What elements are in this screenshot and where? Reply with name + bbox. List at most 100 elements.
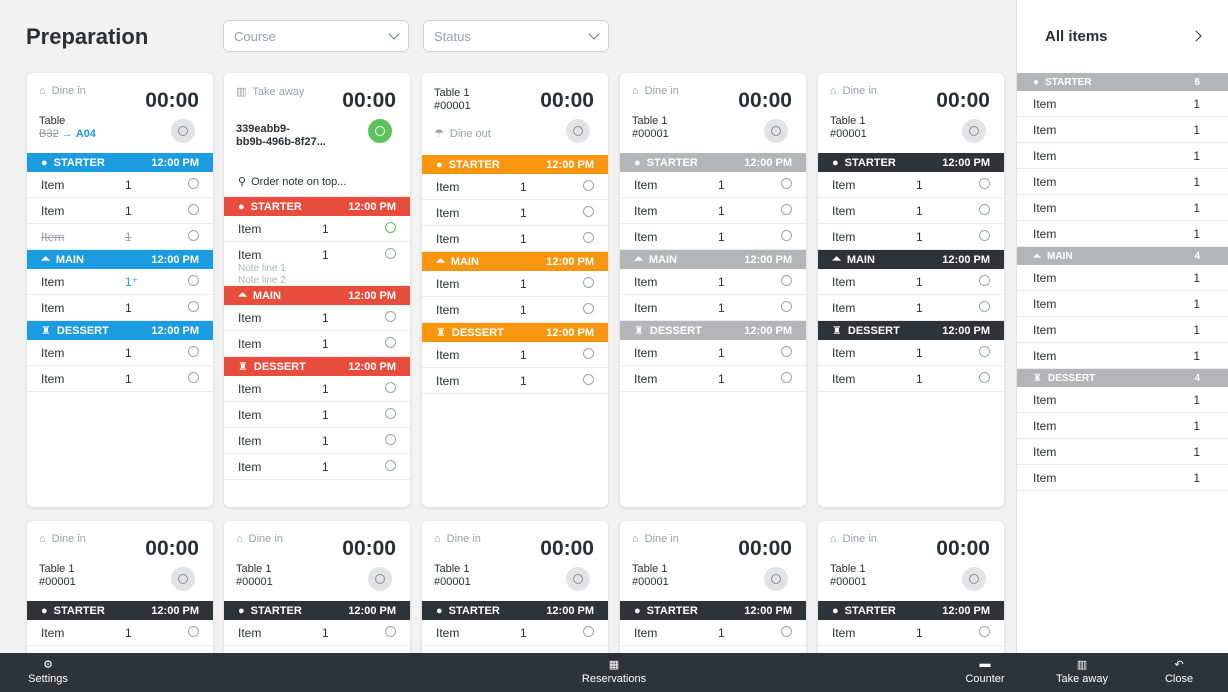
item-row[interactable]: Item 1 xyxy=(422,271,608,297)
item-row[interactable]: Item 1 xyxy=(422,174,608,200)
item-row[interactable]: Item 1 xyxy=(27,198,213,224)
sidebar-item-row[interactable]: Item 1 xyxy=(1017,143,1228,169)
item-row[interactable]: Item 1 xyxy=(620,620,806,646)
clock-button[interactable] xyxy=(566,119,590,143)
order-card[interactable]: ⌂ Dine in 00:00 Table B32 → A04 ● STARTER 12:00… xyxy=(27,73,213,507)
sidebar-item-row[interactable]: Item 1 xyxy=(1017,291,1228,317)
clock-icon[interactable] xyxy=(979,346,990,357)
clock-icon[interactable] xyxy=(385,434,396,445)
clock-button[interactable] xyxy=(962,567,986,591)
order-card[interactable]: ⌂ Dine in 00:00 Table 1 #00001 ● STARTER 12:00 … xyxy=(818,521,1004,653)
clock-icon[interactable] xyxy=(979,204,990,215)
clock-icon[interactable] xyxy=(781,626,792,637)
item-row[interactable]: Item 1 xyxy=(224,428,410,454)
sidebar-item-row[interactable]: Item 1 xyxy=(1017,169,1228,195)
item-row[interactable]: Item 1 xyxy=(27,366,213,392)
item-row[interactable]: Item 1 xyxy=(818,340,1004,366)
clock-icon[interactable] xyxy=(583,232,594,243)
item-row[interactable]: Item 1 xyxy=(27,620,213,646)
clock-button[interactable] xyxy=(962,119,986,143)
clock-icon[interactable] xyxy=(385,311,396,322)
clock-icon[interactable] xyxy=(188,301,199,312)
item-row[interactable]: Item 1 xyxy=(224,331,410,357)
clock-icon[interactable] xyxy=(188,372,199,383)
sidebar-item-row[interactable]: Item 1 xyxy=(1017,117,1228,143)
item-row[interactable]: Item 1 xyxy=(27,172,213,198)
sidebar-item-row[interactable]: Item 1 xyxy=(1017,413,1228,439)
item-row[interactable]: Item 1 xyxy=(422,226,608,252)
clock-icon[interactable] xyxy=(583,180,594,191)
sidebar-item-row[interactable]: Item 1 xyxy=(1017,387,1228,413)
item-row[interactable]: Item 1 xyxy=(27,340,213,366)
clock-icon[interactable] xyxy=(781,230,792,241)
item-row[interactable]: Item 1 xyxy=(818,224,1004,250)
sidebar-item-row[interactable]: Item 1 xyxy=(1017,221,1228,247)
item-row[interactable]: Item 1 xyxy=(224,402,410,428)
clock-icon[interactable] xyxy=(385,248,396,259)
clock-icon[interactable] xyxy=(583,303,594,314)
clock-button[interactable] xyxy=(368,119,392,143)
sidebar-item-row[interactable]: Item 1 xyxy=(1017,265,1228,291)
item-row[interactable]: Item 1 xyxy=(422,342,608,368)
clock-icon[interactable] xyxy=(385,408,396,419)
all-items-header[interactable]: All items xyxy=(1017,0,1228,73)
clock-icon[interactable] xyxy=(583,626,594,637)
sidebar-item-row[interactable]: Item 1 xyxy=(1017,195,1228,221)
clock-icon[interactable] xyxy=(188,275,199,286)
order-card[interactable]: ⌂ Dine in 00:00 Table 1 #00001 ● STARTER 12:00 … xyxy=(224,521,410,653)
order-card[interactable]: ⌂ Dine in 00:00 Table 1 #00001 ● STARTER 12:00 … xyxy=(620,521,806,653)
item-row[interactable]: Item 1 xyxy=(620,295,806,321)
clock-icon[interactable] xyxy=(188,178,199,189)
order-card[interactable]: 00:00 Table 1 #00001 ☂ Dine out ● STARTER 12:00… xyxy=(422,73,608,507)
item-row[interactable]: Item 1 xyxy=(620,269,806,295)
clock-icon[interactable] xyxy=(583,374,594,385)
clock-icon[interactable] xyxy=(188,346,199,357)
sidebar-item-row[interactable]: Item 1 xyxy=(1017,91,1228,117)
clock-icon[interactable] xyxy=(979,626,990,637)
item-row[interactable]: Item 1 xyxy=(27,224,213,250)
clock-button[interactable] xyxy=(566,567,590,591)
chevron-right-icon[interactable] xyxy=(1190,30,1202,42)
clock-icon[interactable] xyxy=(781,204,792,215)
clock-icon[interactable] xyxy=(979,230,990,241)
settings-button[interactable]: ⚙ Settings xyxy=(8,657,88,686)
take-away-button[interactable]: ▥ Take away xyxy=(1042,657,1122,686)
clock-icon[interactable] xyxy=(188,204,199,215)
item-row[interactable]: Item 1 xyxy=(224,620,410,646)
item-row[interactable]: Item 1 xyxy=(224,216,410,242)
clock-button[interactable] xyxy=(171,567,195,591)
item-row[interactable]: Item 1 xyxy=(422,297,608,323)
clock-icon[interactable] xyxy=(385,222,396,233)
clock-icon[interactable] xyxy=(979,301,990,312)
order-card[interactable]: ⌂ Dine in 00:00 Table 1 #00001 ● STARTER 12:00 … xyxy=(818,73,1004,507)
clock-icon[interactable] xyxy=(979,178,990,189)
item-row[interactable]: Item 1 xyxy=(818,366,1004,392)
item-row[interactable]: Item 1 xyxy=(620,366,806,392)
item-row[interactable]: Item 1 xyxy=(224,305,410,331)
clock-icon[interactable] xyxy=(385,626,396,637)
clock-icon[interactable] xyxy=(583,348,594,359)
order-card[interactable]: ▥ Take away 00:00 339eabb9- bb9b-496b-8f27..… xyxy=(224,73,410,507)
item-row[interactable]: Item 1 xyxy=(620,172,806,198)
clock-icon[interactable] xyxy=(781,346,792,357)
close-button[interactable]: ↶ Close xyxy=(1139,657,1219,686)
clock-icon[interactable] xyxy=(188,626,199,637)
item-row[interactable]: Item 1 xyxy=(620,224,806,250)
clock-icon[interactable] xyxy=(385,382,396,393)
item-row[interactable]: Item 1 xyxy=(818,172,1004,198)
sidebar-item-row[interactable]: Item 1 xyxy=(1017,465,1228,491)
item-row[interactable]: Item 1 xyxy=(620,198,806,224)
item-row[interactable]: Item 1 xyxy=(818,269,1004,295)
item-row[interactable]: Item 1 xyxy=(224,454,410,480)
order-card[interactable]: ⌂ Dine in 00:00 Table 1 #00001 ● STARTER 12:00 … xyxy=(620,73,806,507)
item-row[interactable]: Item 1 xyxy=(422,200,608,226)
item-row[interactable]: Item 1 xyxy=(818,198,1004,224)
item-row[interactable]: Item 1 xyxy=(818,620,1004,646)
clock-button[interactable] xyxy=(764,567,788,591)
sidebar-item-row[interactable]: Item 1 xyxy=(1017,317,1228,343)
clock-icon[interactable] xyxy=(385,460,396,471)
clock-button[interactable] xyxy=(764,119,788,143)
clock-icon[interactable] xyxy=(979,275,990,286)
clock-icon[interactable] xyxy=(188,230,199,241)
item-row[interactable]: Item 1 xyxy=(422,368,608,394)
